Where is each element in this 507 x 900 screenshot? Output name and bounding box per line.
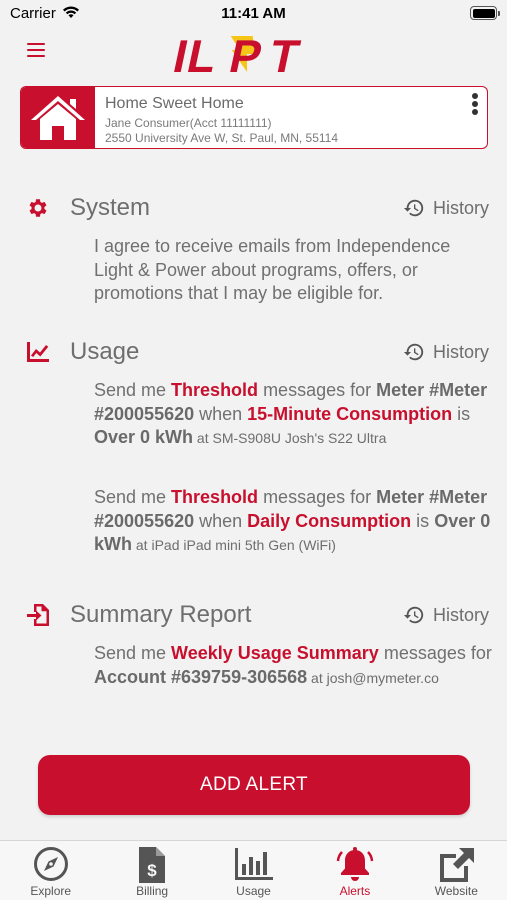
- tab-label: Usage: [236, 884, 271, 898]
- add-alert-button[interactable]: ADD ALERT: [38, 755, 470, 815]
- more-options-button[interactable]: [469, 93, 481, 119]
- svg-text:T: T: [265, 30, 304, 78]
- menu-icon: [27, 43, 45, 45]
- history-label: History: [432, 341, 489, 362]
- history-icon: [403, 199, 424, 217]
- menu-button[interactable]: [27, 43, 45, 57]
- tab-label: Explore: [30, 884, 72, 898]
- alert-metric: 15-Minute Consumption: [247, 403, 453, 424]
- usage-alert-item[interactable]: Send me Threshold messages for Meter #Me…: [94, 379, 494, 451]
- tab-label: Billing: [136, 884, 169, 898]
- home-icon: [31, 96, 85, 140]
- svg-text:$: $: [147, 861, 157, 880]
- account-card[interactable]: Home Sweet Home Jane Consumer(Acct 11111…: [20, 86, 488, 149]
- history-label: History: [432, 604, 489, 625]
- tab-website[interactable]: Website: [406, 841, 507, 900]
- gear-icon: [29, 199, 47, 217]
- svg-text:IL: IL: [172, 30, 223, 78]
- more-vertical-icon: [472, 93, 478, 99]
- compass-icon: [33, 847, 68, 881]
- tab-bar: Explore $ Billing Usage Alerts Website: [0, 840, 507, 900]
- alert-device: iPad iPad mini 5th Gen (WiFi): [151, 537, 336, 553]
- tab-label: Website: [434, 884, 478, 898]
- report-type: Weekly Usage Summary: [171, 643, 379, 663]
- bar-chart-icon: [234, 848, 273, 880]
- tab-usage[interactable]: Usage: [203, 841, 304, 900]
- account-home-tile: [21, 87, 95, 148]
- alert-type: Threshold: [171, 380, 259, 400]
- file-import-icon: [27, 604, 49, 626]
- tab-billing[interactable]: $ Billing: [101, 841, 202, 900]
- report-email: josh@mymeter.co: [326, 669, 439, 686]
- svg-text:P: P: [225, 30, 268, 78]
- battery-icon: [470, 6, 500, 20]
- system-consent-text: I agree to receive emails from Independe…: [94, 236, 451, 303]
- alert-device: SM-S908U Josh's S22 Ultra: [212, 430, 387, 446]
- section-title-system: System: [70, 194, 151, 221]
- alert-metric: Daily Consumption: [247, 510, 412, 531]
- bill-icon: $: [139, 847, 166, 883]
- bell-icon: [336, 847, 374, 881]
- alert-type: Threshold: [171, 487, 259, 507]
- section-title-summary-report: Summary Report: [70, 601, 252, 628]
- report-account: Account #639759-306568: [94, 666, 308, 687]
- tab-explore[interactable]: Explore: [0, 841, 101, 900]
- usage-history-button[interactable]: History: [403, 340, 489, 364]
- account-consumer: Jane Consumer(Acct 11111111): [105, 116, 272, 130]
- account-address: 2550 University Ave W, St. Paul, MN, 551…: [105, 131, 339, 145]
- status-bar: Carrier 11:41 AM: [0, 0, 507, 28]
- tab-alerts[interactable]: Alerts: [304, 841, 405, 900]
- external-link-icon: [440, 848, 475, 882]
- history-icon: [403, 343, 424, 361]
- summary-alert-item[interactable]: Send me Weekly Usage Summary messages fo…: [94, 642, 494, 690]
- history-label: History: [432, 197, 489, 218]
- line-chart-icon: [27, 342, 49, 362]
- section-title-usage: Usage: [70, 338, 140, 365]
- summary-history-button[interactable]: History: [403, 603, 489, 627]
- history-icon: [403, 606, 424, 624]
- alert-condition: Over 0 kWh: [94, 427, 194, 447]
- ilpt-logo: IL P T: [172, 30, 304, 78]
- account-name: Home Sweet Home: [105, 95, 244, 112]
- tab-label: Alerts: [339, 884, 371, 898]
- system-history-button[interactable]: History: [403, 196, 489, 220]
- clock: 11:41 AM: [221, 5, 286, 22]
- usage-alert-item[interactable]: Send me Threshold messages for Meter #Me…: [94, 486, 494, 558]
